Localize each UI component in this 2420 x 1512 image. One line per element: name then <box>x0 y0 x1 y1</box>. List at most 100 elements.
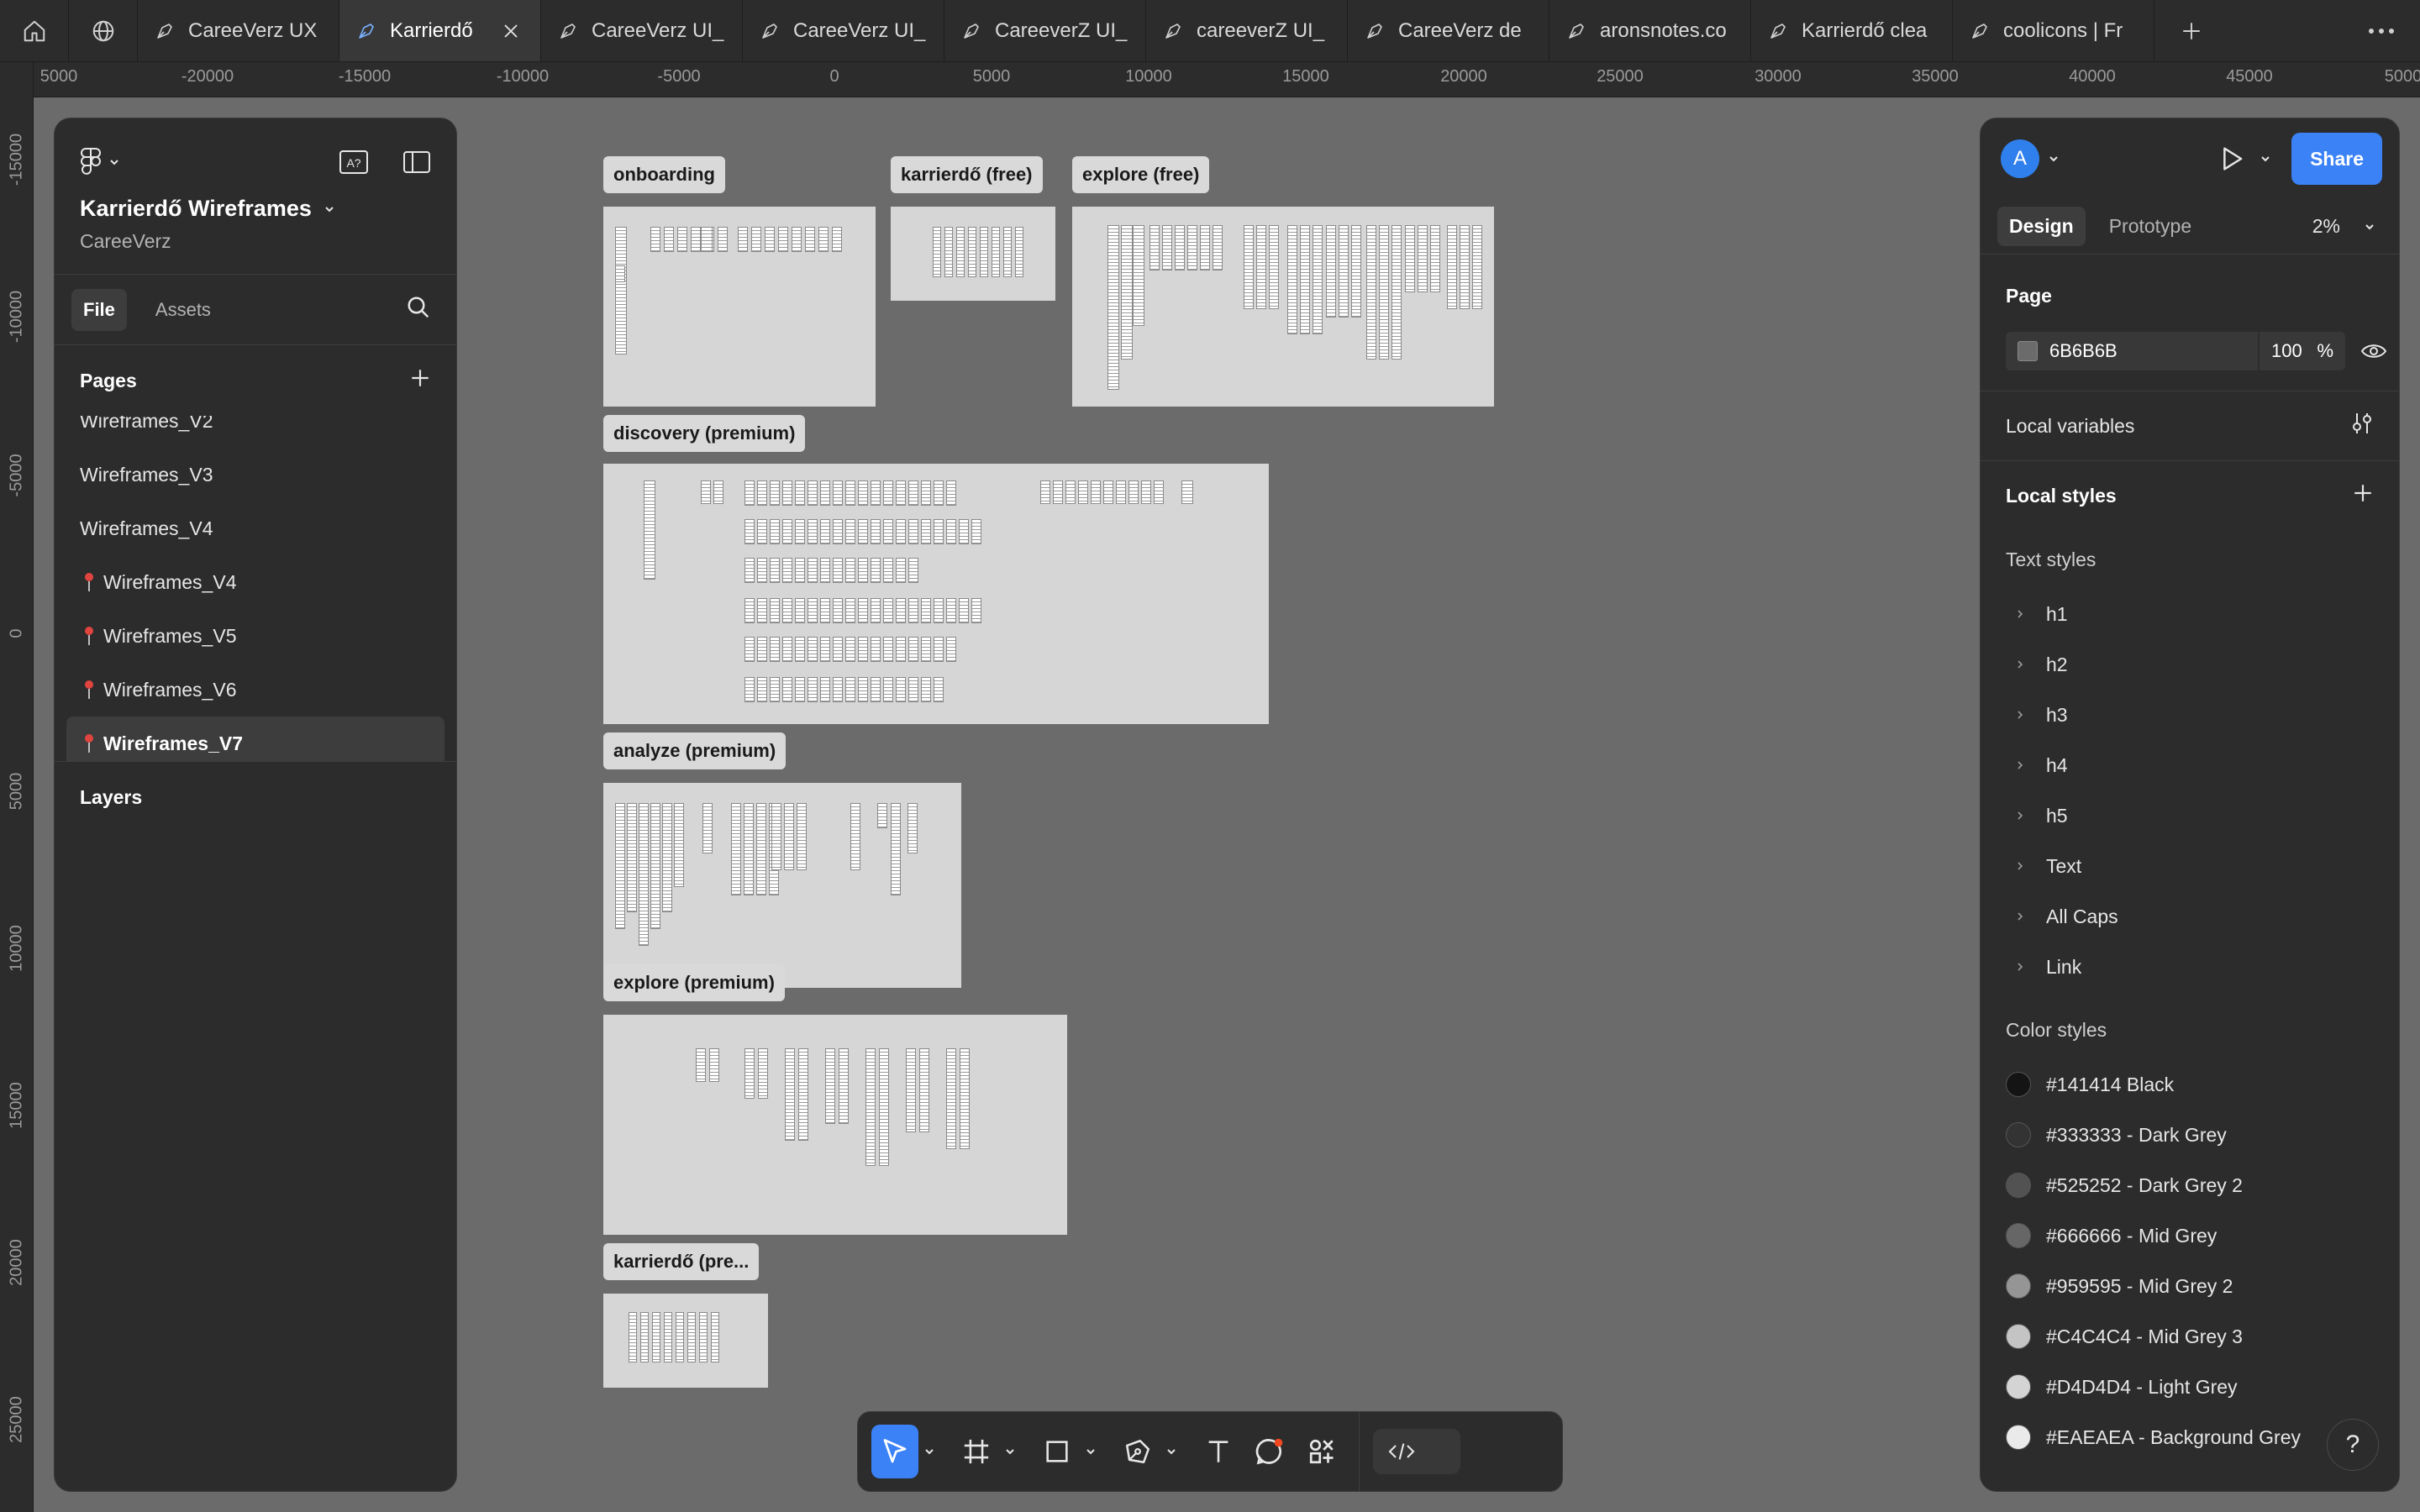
tab-file[interactable]: File <box>71 288 127 331</box>
wireframe-thumbnail[interactable] <box>674 803 684 887</box>
wireframe-thumbnail[interactable] <box>744 1048 755 1099</box>
wireframe-thumbnail[interactable] <box>896 637 906 662</box>
text-style-item[interactable]: h2 <box>1981 639 2399 690</box>
wireframe-thumbnail[interactable] <box>871 637 881 662</box>
wireframe-thumbnail[interactable] <box>833 558 843 583</box>
wireframe-thumbnail[interactable] <box>808 519 818 544</box>
wireframe-thumbnail[interactable] <box>858 558 868 583</box>
wireframe-thumbnail[interactable] <box>845 558 855 583</box>
fill-opacity-field[interactable]: 100 % <box>2260 332 2345 370</box>
close-tab-button[interactable] <box>498 21 523 41</box>
wireframe-thumbnail[interactable] <box>782 480 792 506</box>
wireframe-thumbnail[interactable] <box>627 803 637 912</box>
frame-label-explore-premium[interactable]: explore (premium) <box>603 964 785 1001</box>
page-item[interactable]: Wireframes_V5 <box>55 609 456 663</box>
wireframe-thumbnail[interactable] <box>896 519 906 544</box>
wireframe-thumbnail[interactable] <box>934 480 944 506</box>
wireframe-thumbnail[interactable] <box>871 558 881 583</box>
wireframe-thumbnail[interactable] <box>711 1312 719 1362</box>
local-variables-label[interactable]: Local variables <box>2006 415 2134 438</box>
wireframe-thumbnail[interactable] <box>845 677 855 702</box>
page-item[interactable]: Wireframes_V6 <box>55 663 456 717</box>
browser-tab[interactable]: CareeVerz UI_ <box>743 0 944 61</box>
wireframe-thumbnail[interactable] <box>896 480 906 506</box>
wireframe-thumbnail[interactable] <box>1116 480 1126 504</box>
wireframe-thumbnail[interactable] <box>785 1048 795 1141</box>
wireframe-thumbnail[interactable] <box>784 803 794 870</box>
wireframe-thumbnail[interactable] <box>1150 225 1160 270</box>
wireframe-thumbnail[interactable] <box>871 480 881 506</box>
text-style-item[interactable]: h4 <box>1981 740 2399 790</box>
wireframe-thumbnail[interactable] <box>744 598 755 623</box>
frame-explore-free[interactable] <box>1072 207 1494 407</box>
wireframe-thumbnail[interactable] <box>652 1312 660 1362</box>
frame-label-explore-free[interactable]: explore (free) <box>1072 156 1210 193</box>
wireframe-thumbnail[interactable] <box>691 227 701 252</box>
text-style-item[interactable]: All Caps <box>1981 891 2399 942</box>
wireframe-thumbnail[interactable] <box>718 227 728 252</box>
wireframe-thumbnail[interactable] <box>891 803 901 895</box>
text-style-item[interactable]: Text <box>1981 841 2399 891</box>
text-style-item[interactable]: h3 <box>1981 690 2399 740</box>
color-style-item[interactable]: #141414 Black <box>1981 1059 2399 1110</box>
wireframe-thumbnail[interactable] <box>908 803 918 853</box>
wireframe-thumbnail[interactable] <box>629 1312 637 1362</box>
tab-design[interactable]: Design <box>1997 207 2086 246</box>
wireframe-thumbnail[interactable] <box>839 1048 849 1124</box>
wireframe-thumbnail[interactable] <box>946 637 956 662</box>
wireframe-thumbnail[interactable] <box>676 1312 684 1362</box>
wireframe-thumbnail[interactable] <box>731 803 741 895</box>
wireframe-thumbnail[interactable] <box>992 227 1000 277</box>
wireframe-thumbnail[interactable] <box>744 677 755 702</box>
open-variables-button[interactable] <box>2350 411 2374 441</box>
wireframe-thumbnail[interactable] <box>797 803 807 870</box>
color-style-item[interactable]: #333333 - Dark Grey <box>1981 1110 2399 1160</box>
more-menu-button[interactable] <box>2343 0 2420 62</box>
wireframe-thumbnail[interactable] <box>820 637 830 662</box>
wireframe-thumbnail[interactable] <box>615 227 627 354</box>
wireframe-thumbnail[interactable] <box>832 227 842 252</box>
page-item[interactable]: Wireframes_V3 <box>55 448 456 501</box>
present-button[interactable] <box>2219 145 2271 172</box>
pen-tool[interactable] <box>1115 1425 1160 1478</box>
wireframe-thumbnail[interactable] <box>709 1048 719 1082</box>
wireframe-thumbnail[interactable] <box>770 677 780 702</box>
wireframe-thumbnail[interactable] <box>908 558 918 583</box>
wireframe-thumbnail[interactable] <box>795 598 805 623</box>
wireframe-thumbnail[interactable] <box>770 480 780 506</box>
wireframe-thumbnail[interactable] <box>650 803 660 929</box>
actions-tool[interactable] <box>1298 1425 1345 1478</box>
wireframe-thumbnail[interactable] <box>1003 227 1012 277</box>
wireframe-thumbnail[interactable] <box>858 519 868 544</box>
main-menu-button[interactable] <box>80 148 120 176</box>
wireframe-thumbnail[interactable] <box>1418 225 1428 292</box>
wireframe-thumbnail[interactable] <box>858 480 868 506</box>
wireframe-thumbnail[interactable] <box>744 637 755 662</box>
wireframe-thumbnail[interactable] <box>751 227 761 252</box>
frame-karrierdo-free[interactable] <box>891 207 1055 301</box>
wireframe-thumbnail[interactable] <box>946 519 956 544</box>
text-style-item[interactable]: Link <box>1981 942 2399 992</box>
wireframe-thumbnail[interactable] <box>858 598 868 623</box>
wireframe-thumbnail[interactable] <box>644 480 655 580</box>
wireframe-thumbnail[interactable] <box>1366 225 1376 360</box>
wireframe-thumbnail[interactable] <box>1244 225 1254 309</box>
wireframe-thumbnail[interactable] <box>1040 480 1050 504</box>
wireframe-thumbnail[interactable] <box>820 677 830 702</box>
wireframe-thumbnail[interactable] <box>782 637 792 662</box>
wireframe-thumbnail[interactable] <box>921 677 931 702</box>
wireframe-thumbnail[interactable] <box>615 265 625 282</box>
wireframe-thumbnail[interactable] <box>713 480 723 504</box>
wireframe-thumbnail[interactable] <box>921 480 931 506</box>
wireframe-thumbnail[interactable] <box>1339 225 1349 318</box>
wireframe-thumbnail[interactable] <box>808 637 818 662</box>
wireframe-thumbnail[interactable] <box>795 519 805 544</box>
wireframe-thumbnail[interactable] <box>833 677 843 702</box>
wireframe-thumbnail[interactable] <box>696 1048 706 1082</box>
wireframe-thumbnail[interactable] <box>871 598 881 623</box>
wireframe-thumbnail[interactable] <box>919 1048 929 1132</box>
wireframe-thumbnail[interactable] <box>795 677 805 702</box>
wireframe-thumbnail[interactable] <box>798 1048 808 1141</box>
wireframe-thumbnail[interactable] <box>858 677 868 702</box>
new-tab-button[interactable] <box>2154 0 2228 61</box>
